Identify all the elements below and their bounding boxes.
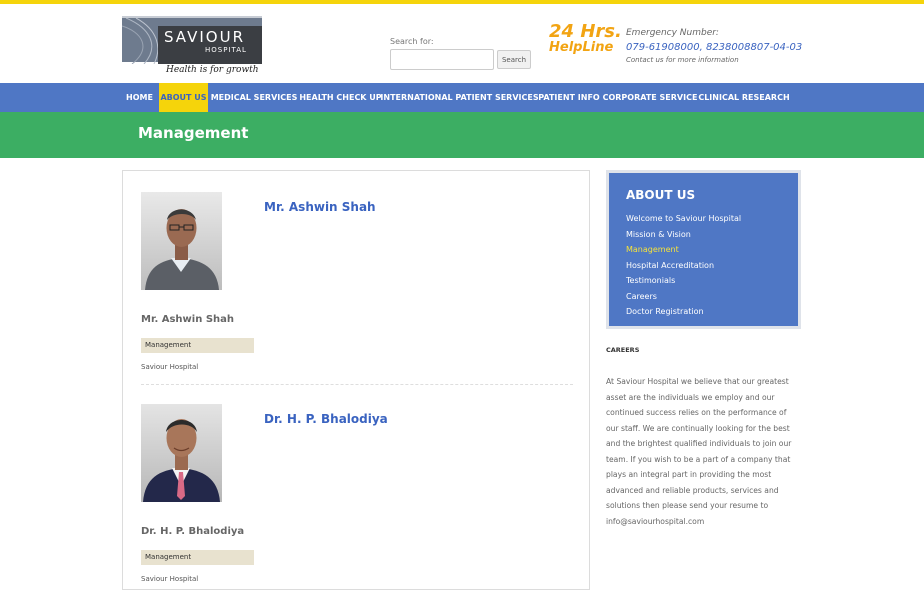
person-heading[interactable]: Mr. Ashwin Shah [264,200,376,214]
sidebar-item-hospital-accreditation[interactable]: Hospital Accreditation [626,258,741,274]
search-button[interactable]: Search [497,50,531,69]
sidebar-item-doctor-registration[interactable]: Doctor Registration [626,304,741,320]
sidebar-item-management[interactable]: Management [626,242,741,258]
logo-tagline: Health is for growth [166,65,259,75]
person-portrait-icon [141,404,222,502]
sidebar-about-us: ABOUT US Welcome to Saviour Hospital Mis… [606,170,801,329]
sidebar-item-careers[interactable]: Careers [626,289,741,305]
logo-subname: HOSPITAL [205,46,247,54]
person-photo[interactable] [141,192,222,290]
logo-name: SAVIOUR [164,28,245,46]
sidebar-item-testimonials[interactable]: Testimonials [626,273,741,289]
main-nav: HOME ABOUT US MEDICAL SERVICES HEALTH CH… [0,83,924,112]
person-role-tag[interactable]: Management [141,550,254,565]
sidebar-title: ABOUT US [626,188,696,202]
sidebar-item-mission-vision[interactable]: Mission & Vision [626,227,741,243]
nav-corporate-service[interactable]: CORPORATE SERVICE [603,83,698,112]
hospital-logo[interactable]: SAVIOUR HOSPITAL Health is for growth [122,16,262,78]
careers-text: At Saviour Hospital we believe that our … [606,377,792,526]
person-photo[interactable] [141,404,222,502]
sidebar-item-welcome[interactable]: Welcome to Saviour Hospital [626,211,741,227]
emergency-label: Emergency Number: [626,28,719,38]
sidebar-menu: Welcome to Saviour Hospital Mission & Vi… [626,211,741,320]
person-role-tag[interactable]: Management [141,338,254,353]
helpline-label: HelpLine [549,40,614,55]
helpline-hours: 24 Hrs. [549,21,622,42]
person-name: Dr. H. P. Bhalodiya [141,526,245,537]
search-label: Search for: [390,37,434,46]
emergency-numbers[interactable]: 079-61908000, 8238008807-04-03 [626,42,802,53]
helpline-badge: 24 Hrs. HelpLine [549,21,622,56]
person-organization: Saviour Hospital [141,575,199,583]
person-organization: Saviour Hospital [141,363,199,371]
person-name: Mr. Ashwin Shah [141,314,235,325]
emergency-info: Contact us for more information [626,56,739,64]
emergency-contact: Emergency Number: 079-61908000, 82380088… [626,28,802,64]
nav-health-check-up[interactable]: HEALTH CHECK UP [299,83,381,112]
nav-international-patient-services[interactable]: INTERNATIONAL PATIENT SERVICES [380,83,538,112]
person-heading[interactable]: Dr. H. P. Bhalodiya [264,412,388,426]
logo-graphic: SAVIOUR HOSPITAL [122,16,262,64]
page-banner: Management [0,112,924,158]
page-title: Management [138,124,249,142]
site-header: SAVIOUR HOSPITAL Health is for growth Se… [0,4,924,83]
nav-about-us[interactable]: ABOUT US [159,83,208,112]
careers-heading: CAREERS [606,346,640,354]
person-divider [141,384,573,385]
management-list: Mr. Ashwin Shah Mr. Ashwin Shah Manageme… [122,170,590,590]
nav-patient-info[interactable]: PATIENT INFO [538,83,600,112]
search-input[interactable] [390,49,494,70]
nav-medical-services[interactable]: MEDICAL SERVICES [211,83,298,112]
person-portrait-icon [141,192,222,290]
nav-clinical-research[interactable]: CLINICAL RESEARCH [698,83,789,112]
nav-home[interactable]: HOME [122,83,157,112]
